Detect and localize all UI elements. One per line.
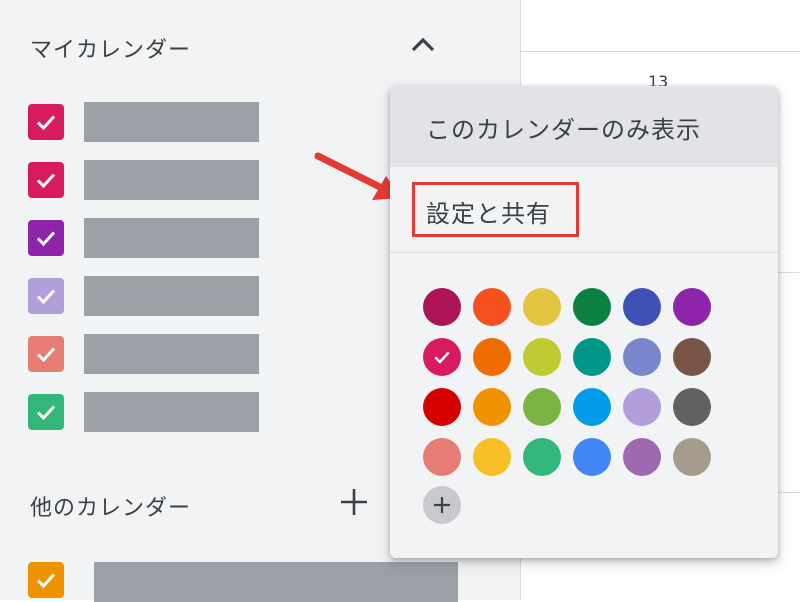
grid-line: [778, 272, 800, 273]
annotation-highlight-box: [412, 182, 579, 237]
calendar-checkbox[interactable]: [28, 220, 64, 256]
color-swatch[interactable]: [673, 438, 711, 476]
calendar-checkbox[interactable]: [28, 278, 64, 314]
color-swatch[interactable]: [473, 288, 511, 326]
redacted-calendar-name: [84, 392, 259, 432]
add-custom-color-button[interactable]: [423, 486, 461, 524]
chevron-up-icon[interactable]: [409, 33, 437, 57]
color-swatch[interactable]: [473, 338, 511, 376]
calendar-checkbox[interactable]: [28, 394, 64, 430]
calendar-checkbox[interactable]: [28, 104, 64, 140]
color-swatch[interactable]: [423, 288, 461, 326]
check-icon: [36, 231, 56, 247]
color-swatch[interactable]: [623, 338, 661, 376]
color-swatch[interactable]: [523, 438, 561, 476]
calendar-checkbox[interactable]: [28, 162, 64, 198]
grid-line: [521, 51, 800, 52]
check-icon: [36, 573, 56, 589]
redacted-calendar-name: [84, 102, 259, 142]
my-calendar-row[interactable]: [28, 218, 268, 258]
calendar-checkbox[interactable]: [28, 336, 64, 372]
calendar-options-menu: このカレンダーのみ表示 設定と共有: [390, 86, 778, 558]
color-swatch[interactable]: [523, 338, 561, 376]
color-swatch[interactable]: [573, 338, 611, 376]
calendar-checkbox[interactable]: [28, 562, 64, 598]
color-swatch[interactable]: [423, 338, 461, 376]
color-swatch[interactable]: [673, 338, 711, 376]
check-icon: [36, 347, 56, 363]
other-calendar-row[interactable]: [28, 560, 488, 602]
redacted-calendar-name: [84, 160, 259, 200]
color-swatch[interactable]: [623, 388, 661, 426]
color-swatch[interactable]: [473, 388, 511, 426]
add-calendar-button[interactable]: [338, 486, 370, 518]
plus-icon: [434, 497, 450, 513]
check-icon: [36, 289, 56, 305]
other-calendars-title: 他のカレンダー: [30, 496, 192, 521]
my-calendars-title: マイカレンダー: [30, 38, 192, 63]
check-icon: [36, 405, 56, 421]
color-swatch[interactable]: [623, 438, 661, 476]
redacted-calendar-name: [94, 562, 458, 602]
menu-divider: [390, 252, 778, 253]
menu-item-label: このカレンダーのみ表示: [426, 116, 701, 144]
redacted-calendar-name: [84, 334, 259, 374]
grid-line: [778, 492, 800, 493]
check-icon: [36, 173, 56, 189]
color-swatch[interactable]: [573, 288, 611, 326]
color-swatch[interactable]: [673, 388, 711, 426]
color-swatch[interactable]: [523, 388, 561, 426]
my-calendar-row[interactable]: [28, 102, 268, 142]
my-calendar-row[interactable]: [28, 334, 268, 374]
color-swatch[interactable]: [423, 388, 461, 426]
color-swatch[interactable]: [573, 388, 611, 426]
check-icon: [36, 115, 56, 131]
color-swatch[interactable]: [673, 288, 711, 326]
my-calendar-row[interactable]: [28, 160, 268, 200]
color-swatch[interactable]: [623, 288, 661, 326]
color-swatch[interactable]: [523, 288, 561, 326]
my-calendar-row[interactable]: [28, 276, 268, 316]
color-swatch[interactable]: [423, 438, 461, 476]
my-calendar-row[interactable]: [28, 392, 268, 432]
redacted-calendar-name: [84, 276, 259, 316]
redacted-calendar-name: [84, 218, 259, 258]
check-icon: [434, 351, 450, 364]
color-swatch[interactable]: [573, 438, 611, 476]
color-swatch[interactable]: [473, 438, 511, 476]
plus-icon: [341, 489, 367, 515]
